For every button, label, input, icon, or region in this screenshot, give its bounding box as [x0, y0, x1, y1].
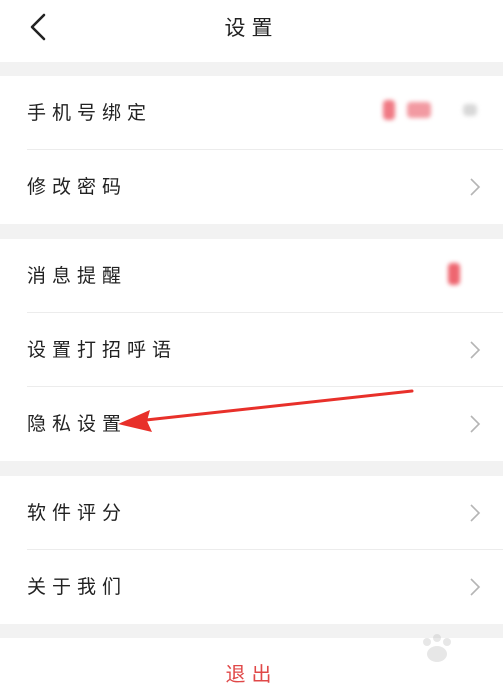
- page-title: 设置: [224, 16, 279, 40]
- setting-label: 修改密码: [27, 176, 128, 198]
- chevron-right-icon: [470, 178, 481, 196]
- setting-label: 软件评分: [27, 502, 128, 524]
- watermark-logo-icon: [423, 634, 451, 662]
- setting-label: 设置打招呼语: [27, 339, 178, 361]
- chevron-right-icon: [470, 504, 481, 522]
- chevron-right-icon: [470, 341, 481, 359]
- settings-group-account: 手机号绑定 修改密码: [0, 76, 503, 224]
- setting-item-privacy[interactable]: 隐私设置: [0, 387, 503, 461]
- setting-label: 手机号绑定: [27, 102, 153, 124]
- settings-group-about: 软件评分 关于我们: [0, 476, 503, 624]
- setting-item-greeting[interactable]: 设置打招呼语: [0, 313, 503, 387]
- toggle-switch[interactable]: [448, 263, 460, 285]
- setting-item-change-password[interactable]: 修改密码: [0, 150, 503, 224]
- setting-label: 消息提醒: [27, 265, 128, 287]
- phone-number-value: [407, 102, 431, 118]
- settings-group-notification: 消息提醒 设置打招呼语 隐私设置: [0, 239, 503, 461]
- chevron-right-icon: [470, 578, 481, 596]
- chevron-right-icon: [470, 415, 481, 433]
- top-bar: 设置: [0, 0, 503, 62]
- phone-number-value: [463, 104, 477, 116]
- setting-label: 隐私设置: [27, 413, 128, 435]
- setting-item-message-reminder[interactable]: 消息提醒: [0, 239, 503, 313]
- setting-item-rate-app[interactable]: 软件评分: [0, 476, 503, 550]
- setting-item-about-us[interactable]: 关于我们: [0, 550, 503, 624]
- phone-number-value: [383, 100, 395, 120]
- setting-item-phone-binding[interactable]: 手机号绑定: [0, 76, 503, 150]
- setting-label: 关于我们: [27, 576, 128, 598]
